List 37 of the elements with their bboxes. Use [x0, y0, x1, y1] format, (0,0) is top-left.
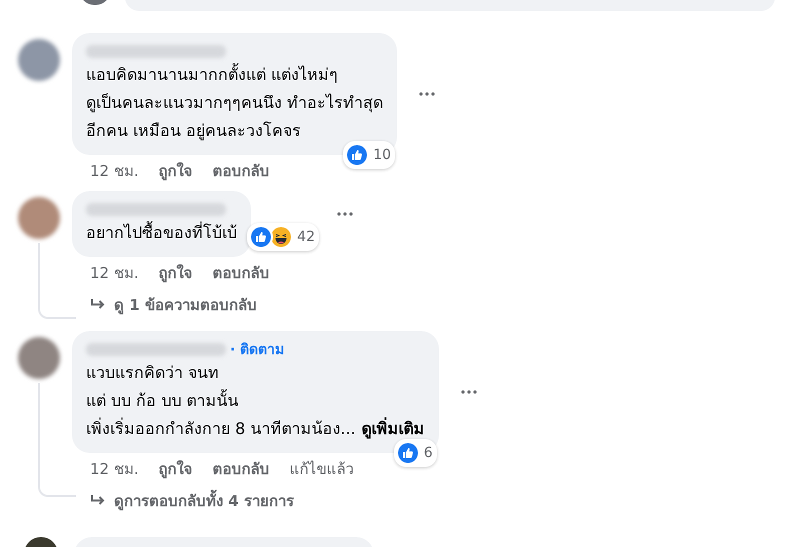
avatar[interactable]	[18, 39, 60, 81]
avatar[interactable]	[18, 337, 60, 379]
view-replies-link[interactable]: ดูการตอบกลับทั้ง 4 รายการ	[18, 491, 800, 511]
laughing-face-icon	[269, 225, 294, 249]
avatar[interactable]	[18, 197, 60, 239]
edited-label[interactable]: แก้ไขแล้ว	[290, 459, 354, 479]
comment-text: แอบคิดมานานมากกตั้งแต่ แต่งไหม่ๆ	[86, 65, 338, 84]
comment-time[interactable]: 12 ชม.	[90, 161, 139, 181]
comment-text: อยากไปซื้อของที่โบ้เบ้	[86, 223, 237, 242]
reply-link[interactable]: ตอบกลับ	[212, 161, 270, 181]
more-options-icon[interactable]	[460, 390, 477, 394]
comment-text: เพิ่งเริ่มออกกำลังกาย 8 นาทีตามน้อง...	[86, 419, 356, 438]
comment-text: ดูเป็นคนละแนวมากๆๆคนนึง ทำอะไรทำสุด	[86, 93, 384, 112]
more-options-icon[interactable]	[419, 92, 436, 96]
more-options-icon[interactable]	[337, 212, 353, 216]
reaction-pill[interactable]: 6	[394, 439, 437, 467]
follow-link[interactable]: · ติดตาม	[230, 338, 284, 360]
like-link[interactable]: ถูกใจ	[158, 459, 193, 479]
reply-link[interactable]: ตอบกลับ	[212, 459, 270, 479]
thumbs-up-icon	[249, 225, 274, 249]
like-link[interactable]: ถูกใจ	[158, 263, 193, 283]
view-replies-link[interactable]: ดู 1 ข้อความตอบกลับ	[18, 295, 800, 315]
reaction-pill[interactable]: 10	[343, 141, 396, 169]
comment-text: อีกคน เหมือน อยู่คนละวงโคจร	[86, 121, 302, 140]
like-link[interactable]: ถูกใจ	[158, 161, 193, 181]
comment-time[interactable]: 12 ชม.	[90, 459, 139, 479]
reaction-count: 10	[373, 147, 392, 163]
reaction-count: 42	[297, 229, 315, 245]
thumbs-up-icon	[396, 441, 420, 465]
thumbs-up-icon	[345, 143, 370, 167]
reply-link[interactable]: ตอบกลับ	[212, 263, 270, 283]
reaction-count: 6	[424, 445, 433, 461]
comment-text: แวบแรกคิดว่า จนท	[86, 363, 220, 382]
reaction-pill[interactable]: 42	[247, 223, 319, 251]
comment-text: แต่ บบ ก้อ บบ ตามนั้น	[86, 391, 238, 410]
comment-time[interactable]: 12 ชม.	[90, 263, 139, 283]
see-more-link[interactable]: ดูเพิ่มเติม	[362, 419, 425, 438]
